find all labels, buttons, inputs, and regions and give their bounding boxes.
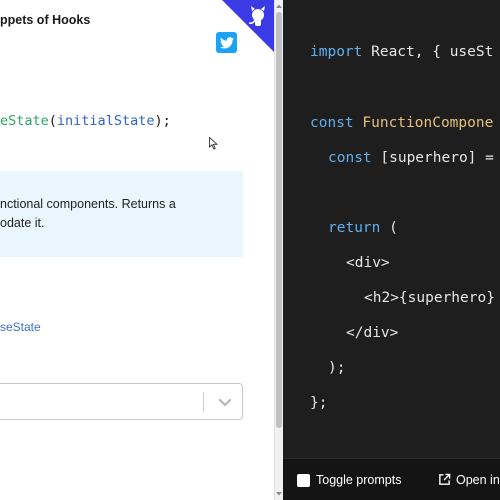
code-keyword: return <box>328 220 381 236</box>
code-line-paren-close: ); <box>328 360 346 376</box>
code-text: ( <box>380 220 398 236</box>
scrollbar-thumb[interactable] <box>276 12 282 428</box>
toggle-prompts-checkbox[interactable] <box>297 474 310 487</box>
signature-close: ); <box>154 113 171 129</box>
signature-open: ( <box>48 113 57 129</box>
hook-signature: eState(initialState); <box>0 113 171 129</box>
chevron-down-icon[interactable] <box>217 394 233 410</box>
code-text: [superhero] = <box>371 150 494 166</box>
twitter-icon <box>219 36 234 49</box>
code-keyword: import <box>310 44 363 60</box>
code-line-component: const FunctionCompone <box>310 115 493 131</box>
description-box: nctional components. Returns a odate it. <box>0 171 243 257</box>
description-line-1: nctional components. Returns a <box>0 197 176 211</box>
site-title[interactable]: ppets of Hooks <box>0 13 90 27</box>
code-keyword: const <box>328 150 372 166</box>
code-toolbar: Toggle prompts Open in <box>283 458 500 500</box>
usestate-link[interactable]: seState <box>0 320 41 334</box>
code-keyword: const <box>310 115 354 131</box>
description-line-2: odate it. <box>0 216 45 230</box>
code-line-div-close: </div> <box>346 325 399 341</box>
description-text: nctional components. Returns a odate it. <box>0 195 176 233</box>
select-separator <box>203 392 204 412</box>
signature-argument: initialState <box>56 113 155 129</box>
docs-panel: ppets of Hooks eState(initialState); nct… <box>0 0 274 500</box>
external-link-icon[interactable] <box>438 473 451 486</box>
toggle-prompts-label[interactable]: Toggle prompts <box>316 473 401 487</box>
mouse-cursor-icon <box>209 137 218 150</box>
scroll-up-arrow-icon[interactable] <box>275 3 283 9</box>
scroll-down-arrow-icon[interactable] <box>275 491 283 497</box>
code-panel: import React, { useSt const FunctionComp… <box>283 0 500 500</box>
signature-function: eState <box>0 113 49 129</box>
twitter-share-button[interactable] <box>216 32 237 53</box>
code-line-div-open: <div> <box>346 255 390 271</box>
code-line-import: import React, { useSt <box>310 44 493 60</box>
code-text: React, { useSt <box>362 44 494 60</box>
open-in-button[interactable]: Open in <box>456 473 500 487</box>
code-line-h2: <h2>{superhero} <box>364 290 495 306</box>
code-line-return: return ( <box>328 220 398 236</box>
code-line-state: const [superhero] = <box>328 150 494 166</box>
code-function-name: FunctionCompone <box>353 115 494 131</box>
snippet-select[interactable] <box>0 383 243 420</box>
code-line-brace-close: }; <box>310 395 328 411</box>
vertical-scrollbar[interactable] <box>274 0 283 500</box>
